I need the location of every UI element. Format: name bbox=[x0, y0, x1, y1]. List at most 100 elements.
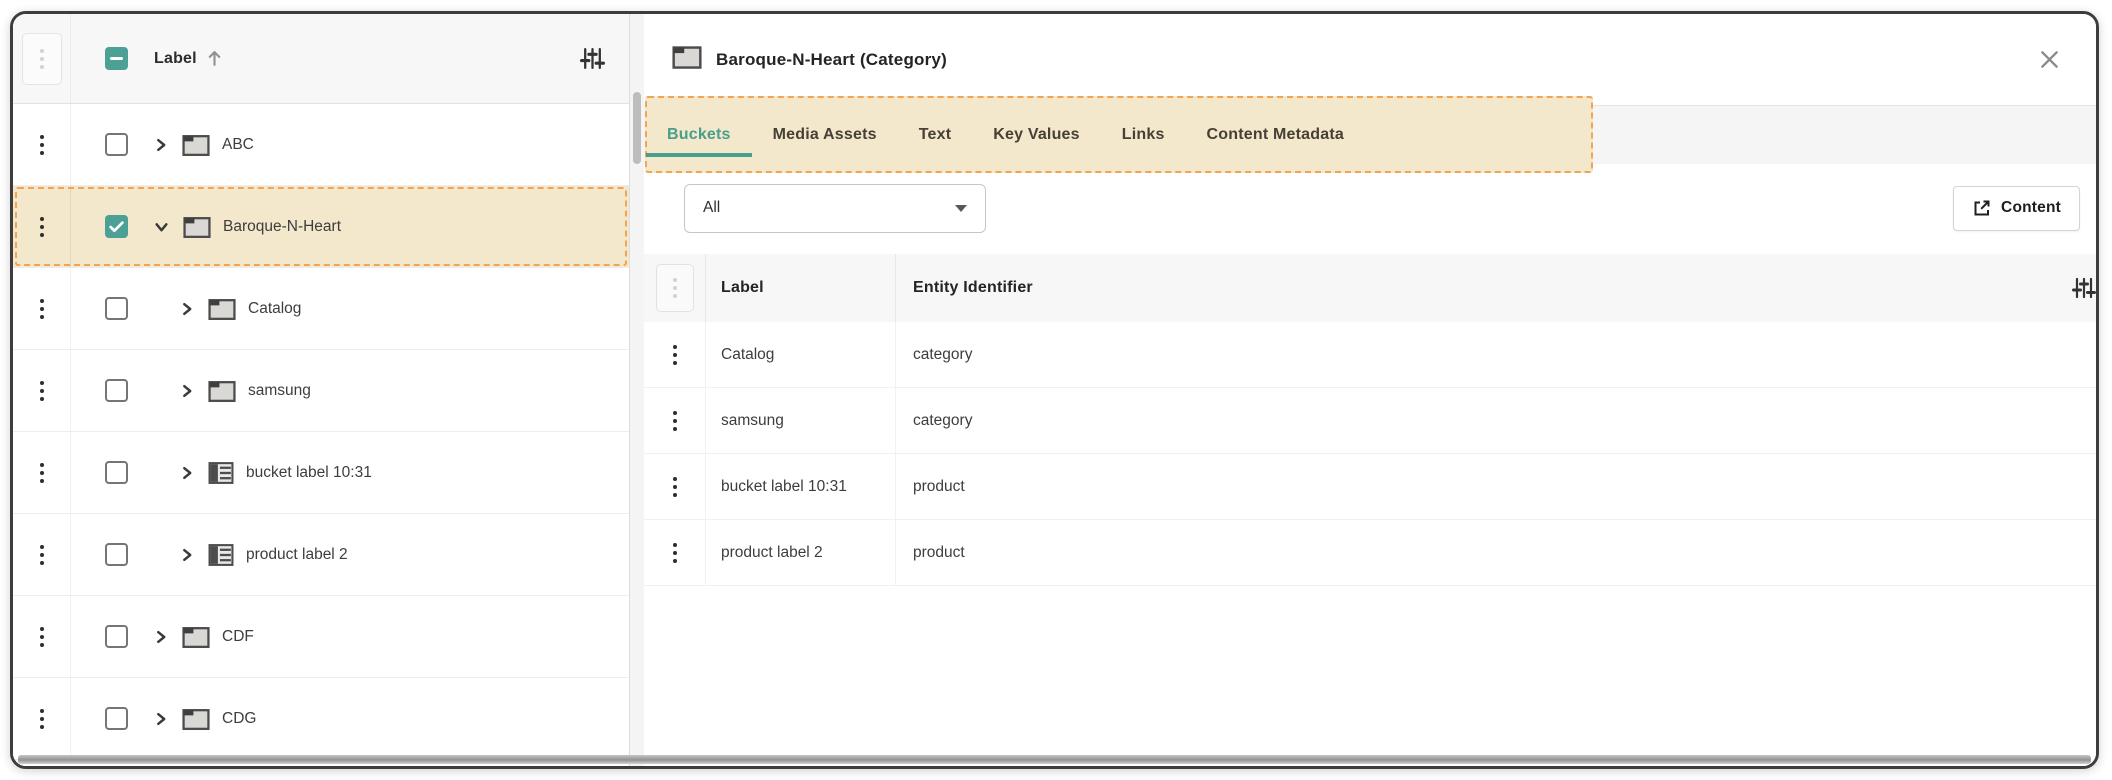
kebab-menu-icon bbox=[672, 410, 677, 431]
chevron-right-icon[interactable] bbox=[180, 384, 194, 398]
vertical-scrollbar-thumb[interactable] bbox=[633, 92, 641, 164]
row-kebab-menu[interactable] bbox=[13, 104, 71, 185]
folder-icon bbox=[182, 707, 210, 731]
tree-row-main: CDG bbox=[71, 678, 629, 759]
row-checkbox[interactable] bbox=[105, 707, 128, 730]
tree-row-label: ABC bbox=[222, 135, 254, 153]
cell-entity-text: category bbox=[913, 411, 973, 429]
cell-label-text: Catalog bbox=[721, 345, 775, 363]
bucket-type-select[interactable]: All bbox=[684, 183, 986, 233]
tree-row-cdf[interactable]: CDF bbox=[13, 596, 629, 678]
app-window: Label ABC Baroque-N-Heart Catalog samsung bu… bbox=[10, 11, 2099, 769]
col-header-label-text: Label bbox=[721, 279, 764, 296]
caret-down-icon bbox=[955, 204, 967, 218]
chevron-right-icon[interactable] bbox=[180, 548, 194, 562]
folder-icon bbox=[672, 44, 702, 75]
tree-header-handle-col bbox=[13, 14, 71, 103]
bucket-row-product-label-2[interactable]: product label 2 product bbox=[644, 520, 2096, 586]
cell-entity-text: category bbox=[913, 345, 973, 363]
close-button[interactable] bbox=[2035, 45, 2064, 74]
tab-text[interactable]: Text bbox=[898, 106, 973, 164]
row-kebab-menu[interactable] bbox=[13, 186, 71, 267]
chevron-right-icon[interactable] bbox=[180, 466, 194, 480]
bucket-row-bucket-label-10-31[interactable]: bucket label 10:31 product bbox=[644, 454, 2096, 520]
horizontal-scrollbar-thumb[interactable] bbox=[18, 755, 2091, 764]
tab-key-values[interactable]: Key Values bbox=[972, 106, 1101, 164]
row-kebab-menu[interactable] bbox=[13, 432, 71, 513]
tab-label: Links bbox=[1121, 126, 1165, 143]
tree-row-baroque-n-heart[interactable]: Baroque-N-Heart bbox=[13, 186, 629, 268]
tune-icon bbox=[580, 47, 605, 70]
bucket-row-samsung[interactable]: samsung category bbox=[644, 388, 2096, 454]
tree-filter-button[interactable] bbox=[580, 46, 605, 71]
row-checkbox[interactable] bbox=[105, 461, 128, 484]
folder-icon bbox=[208, 379, 236, 403]
row-kebab-menu[interactable] bbox=[13, 514, 71, 595]
cell-label: Catalog bbox=[706, 322, 896, 387]
chevron-right-icon[interactable] bbox=[154, 712, 168, 726]
row-kebab-menu[interactable] bbox=[13, 678, 71, 759]
tree-row-product-label-2[interactable]: product label 2 bbox=[13, 514, 629, 596]
chevron-right-icon[interactable] bbox=[154, 630, 168, 644]
table-filter-button[interactable] bbox=[2072, 276, 2096, 300]
chevron-right-icon[interactable] bbox=[180, 302, 194, 316]
row-checkbox[interactable] bbox=[105, 625, 128, 648]
bucket-row-catalog[interactable]: Catalog category bbox=[644, 322, 2096, 388]
cell-end-spacer bbox=[2024, 322, 2096, 387]
tree-row-abc[interactable]: ABC bbox=[13, 104, 629, 186]
tree-row-catalog[interactable]: Catalog bbox=[13, 268, 629, 350]
row-checkbox[interactable] bbox=[105, 215, 128, 238]
tune-icon bbox=[2072, 277, 2096, 299]
col-header-entity-identifier: Entity Identifier bbox=[896, 254, 2024, 322]
indeterminate-minus-icon bbox=[110, 57, 123, 60]
cell-end-spacer bbox=[2024, 454, 2096, 519]
row-kebab-menu[interactable] bbox=[13, 596, 71, 677]
row-checkbox[interactable] bbox=[105, 133, 128, 156]
cell-label: product label 2 bbox=[706, 520, 896, 585]
cell-entity-text: product bbox=[913, 477, 965, 495]
tab-list: Buckets Media Assets Text Key Values Links Co… bbox=[646, 106, 1365, 164]
row-kebab-menu[interactable] bbox=[13, 268, 71, 349]
tab-media-assets[interactable]: Media Assets bbox=[752, 106, 898, 164]
kebab-menu-icon bbox=[39, 626, 44, 647]
tree-row-cdg[interactable]: CDG bbox=[13, 678, 629, 760]
sort-ascending-icon[interactable] bbox=[206, 49, 223, 68]
tree-row-bucket-label-10-31[interactable]: bucket label 10:31 bbox=[13, 432, 629, 514]
tab-label: Content Metadata bbox=[1206, 126, 1344, 143]
chevron-right-icon[interactable] bbox=[154, 138, 168, 152]
tab-content-metadata[interactable]: Content Metadata bbox=[1186, 106, 1365, 164]
chevron-down-icon[interactable] bbox=[154, 220, 169, 234]
cell-entity-identifier: product bbox=[896, 520, 2024, 585]
detail-header: Baroque-N-Heart (Category) bbox=[644, 14, 2096, 106]
folder-icon bbox=[208, 297, 236, 321]
content-button[interactable]: Content bbox=[1953, 185, 2080, 231]
row-checkbox[interactable] bbox=[105, 543, 128, 566]
cell-entity-identifier: category bbox=[896, 322, 2024, 387]
folder-icon bbox=[182, 625, 210, 649]
folder-icon bbox=[182, 133, 210, 157]
kebab-dots-icon bbox=[39, 48, 44, 69]
row-checkbox[interactable] bbox=[105, 297, 128, 320]
tab-links[interactable]: Links bbox=[1101, 106, 1186, 164]
cell-entity-text: product bbox=[913, 543, 965, 561]
col-header-entity-text: Entity Identifier bbox=[913, 279, 1033, 296]
select-all-checkbox[interactable] bbox=[105, 47, 128, 70]
drag-handle-icon[interactable] bbox=[21, 32, 62, 85]
cell-entity-identifier: product bbox=[896, 454, 2024, 519]
cell-end-spacer bbox=[2024, 388, 2096, 453]
drag-handle-icon[interactable] bbox=[655, 264, 694, 312]
tree-body: ABC Baroque-N-Heart Catalog samsung bucket l… bbox=[13, 104, 629, 766]
tree-row-samsung[interactable]: samsung bbox=[13, 350, 629, 432]
kebab-menu-icon bbox=[672, 476, 677, 497]
table-filter-col bbox=[2024, 254, 2096, 322]
kebab-menu-icon bbox=[39, 134, 44, 155]
row-kebab-menu[interactable] bbox=[644, 520, 706, 585]
row-kebab-menu[interactable] bbox=[644, 388, 706, 453]
row-checkbox[interactable] bbox=[105, 379, 128, 402]
tab-buckets[interactable]: Buckets bbox=[646, 106, 752, 164]
tree-row-main: Baroque-N-Heart bbox=[71, 186, 629, 267]
row-kebab-menu[interactable] bbox=[644, 322, 706, 387]
row-kebab-menu[interactable] bbox=[644, 454, 706, 519]
row-kebab-menu[interactable] bbox=[13, 350, 71, 431]
label-column-header[interactable]: Label bbox=[154, 50, 197, 68]
